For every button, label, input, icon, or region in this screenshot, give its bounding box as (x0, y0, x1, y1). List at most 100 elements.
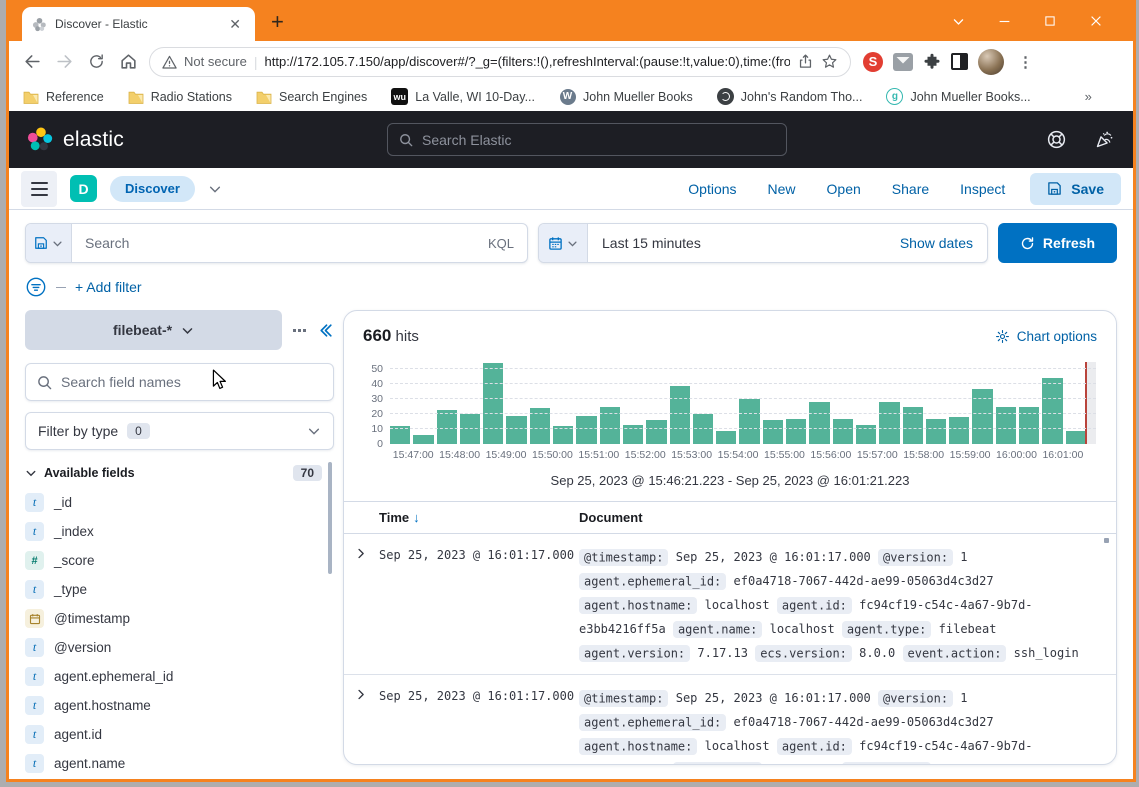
mail-extension-icon[interactable] (893, 53, 913, 71)
histogram-chart[interactable]: 01020304050 15:47:0015:48:0015:49:0015:5… (344, 350, 1116, 461)
nav-action-options[interactable]: Options (688, 181, 736, 197)
query-language-kql-button[interactable]: KQL (475, 224, 527, 262)
time-range-value[interactable]: Last 15 minutes (588, 224, 886, 262)
row-document[interactable]: @timestamp: Sep 25, 2023 @ 16:01:17.000 … (579, 545, 1116, 665)
time-column-header[interactable]: Time ↓ (379, 510, 579, 525)
elastic-logo[interactable] (27, 126, 54, 153)
bookmark-item[interactable]: John's Random Tho... (717, 88, 863, 105)
histogram-bar[interactable] (763, 420, 783, 444)
reload-icon[interactable] (81, 47, 111, 77)
bookmarks-overflow-chevron[interactable]: » (1085, 89, 1092, 104)
histogram-bar[interactable] (949, 417, 969, 444)
field-item[interactable]: t_id (25, 488, 334, 517)
histogram-bar[interactable] (483, 363, 503, 444)
browser-menu-dots-icon[interactable]: ⋮ (1014, 53, 1037, 71)
tab-search-chevron-icon[interactable] (935, 8, 981, 34)
bookmark-item[interactable]: Radio Stations (128, 90, 232, 104)
bookmark-star-icon[interactable] (821, 53, 838, 70)
histogram-bar[interactable] (1066, 431, 1086, 444)
bookmark-item[interactable]: WJohn Mueller Books (559, 88, 693, 105)
global-search-input[interactable]: Search Elastic (387, 123, 787, 156)
field-item[interactable]: @timestamp (25, 604, 334, 633)
bookmark-item[interactable]: Search Engines (256, 90, 367, 104)
histogram-bar[interactable] (460, 414, 480, 444)
expand-row-chevron-icon[interactable] (344, 686, 379, 765)
field-item[interactable]: tagent.id (25, 720, 334, 749)
histogram-bar[interactable] (437, 410, 457, 444)
kql-search-input[interactable]: Search (72, 224, 475, 262)
available-fields-header[interactable]: Available fields 70 (25, 465, 334, 481)
field-item[interactable]: t_index (25, 517, 334, 546)
filter-by-type-select[interactable]: Filter by type 0 (25, 412, 334, 450)
histogram-bar[interactable] (413, 435, 433, 444)
window-minimize-button[interactable] (981, 8, 1027, 34)
filter-circle-icon[interactable] (25, 276, 47, 298)
breadcrumb-chevron-icon[interactable] (208, 182, 222, 196)
field-item[interactable]: t@version (25, 633, 334, 662)
tab-close-icon[interactable]: ✕ (225, 15, 245, 33)
histogram-bar[interactable] (786, 419, 806, 444)
histogram-bar[interactable] (833, 419, 853, 444)
histogram-bar[interactable] (646, 420, 666, 444)
field-name: _index (54, 524, 94, 539)
reading-mode-extension-icon[interactable] (951, 53, 968, 70)
home-icon[interactable] (113, 47, 143, 77)
fields-scrollbar[interactable] (328, 462, 332, 574)
field-search-input[interactable]: Search field names (25, 363, 334, 401)
show-dates-link[interactable]: Show dates (886, 224, 987, 262)
collapse-sidebar-icon[interactable] (317, 322, 334, 339)
save-button[interactable]: Save (1030, 173, 1121, 205)
bookmark-item[interactable]: wuLa Valle, WI 10-Day... (391, 88, 535, 105)
chart-options-button[interactable]: Chart options (995, 329, 1097, 344)
nav-action-new[interactable]: New (768, 181, 796, 197)
index-pattern-options-icon[interactable] (293, 329, 306, 332)
s-badge-extension-icon[interactable]: S (863, 52, 883, 72)
url-text[interactable]: http://172.105.7.150/app/discover#/?_g=(… (265, 54, 790, 69)
histogram-bar[interactable] (739, 399, 759, 444)
refresh-button[interactable]: Refresh (998, 223, 1117, 263)
window-close-button[interactable] (1073, 8, 1119, 34)
nav-action-inspect[interactable]: Inspect (960, 181, 1005, 197)
browser-tab[interactable]: Discover - Elastic ✕ (22, 7, 255, 41)
histogram-bar[interactable] (716, 431, 736, 444)
window-maximize-button[interactable] (1027, 8, 1073, 34)
nav-action-share[interactable]: Share (892, 181, 929, 197)
back-icon[interactable] (17, 47, 47, 77)
histogram-bar[interactable] (926, 419, 946, 444)
histogram-bar[interactable] (879, 402, 899, 444)
breadcrumb[interactable]: Discover (110, 176, 195, 202)
expand-row-chevron-icon[interactable] (344, 545, 379, 665)
share-icon[interactable] (797, 53, 814, 70)
nav-menu-hamburger-icon[interactable] (21, 171, 57, 207)
security-label[interactable]: Not secure (184, 54, 247, 69)
bookmark-item[interactable]: Reference (23, 90, 104, 104)
histogram-bar[interactable] (1042, 378, 1062, 444)
saved-query-menu-button[interactable] (26, 224, 72, 262)
field-item[interactable]: tagent.name (25, 749, 334, 778)
field-item[interactable]: tagent.hostname (25, 691, 334, 720)
field-item[interactable]: #_score (25, 546, 334, 575)
row-document[interactable]: @timestamp: Sep 25, 2023 @ 16:01:17.000 … (579, 686, 1116, 765)
index-pattern-select[interactable]: filebeat-* (25, 310, 282, 350)
date-picker-menu-button[interactable] (539, 224, 588, 262)
sort-descending-icon[interactable]: ↓ (413, 510, 420, 525)
help-life-ring-icon[interactable] (1046, 129, 1067, 150)
address-bar[interactable]: Not secure | http://172.105.7.150/app/di… (149, 47, 851, 77)
nav-action-open[interactable]: Open (827, 181, 861, 197)
bookmark-item[interactable]: gJohn Mueller Books... (886, 88, 1030, 105)
new-tab-button[interactable]: + (271, 11, 284, 33)
whats-new-party-popper-icon[interactable] (1094, 129, 1115, 150)
field-item[interactable]: t_type (25, 575, 334, 604)
histogram-bar[interactable] (670, 386, 690, 444)
histogram-bar[interactable] (506, 416, 526, 444)
not-secure-warning-icon[interactable] (162, 55, 177, 69)
profile-avatar[interactable] (978, 49, 1004, 75)
add-filter-link[interactable]: + Add filter (75, 279, 142, 295)
field-item[interactable]: tagent.ephemeral_id (25, 662, 334, 691)
forward-icon[interactable] (49, 47, 79, 77)
table-scrollbar[interactable] (1104, 538, 1109, 543)
histogram-bar[interactable] (809, 402, 829, 444)
puzzle-extensions-icon[interactable] (923, 53, 941, 71)
histogram-bar[interactable] (576, 416, 596, 444)
histogram-bar[interactable] (693, 414, 713, 444)
